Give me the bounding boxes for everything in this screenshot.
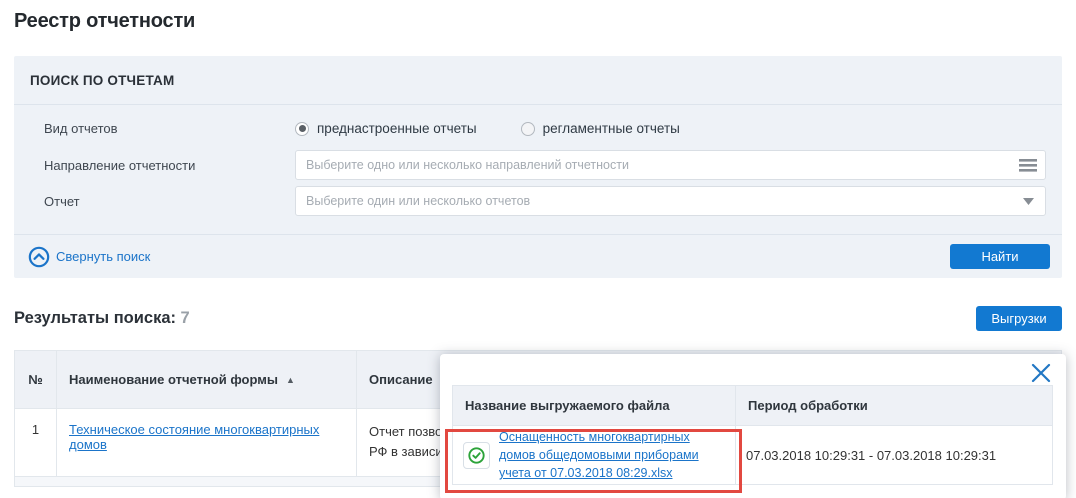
results-count: 7 (180, 309, 189, 327)
search-panel-title: ПОИСК ПО ОТЧЕТАМ (30, 73, 174, 88)
report-type-radio-group: преднастроенные отчеты регламентные отче… (295, 121, 1046, 136)
sort-asc-icon: ▲ (286, 375, 295, 385)
report-form-link[interactable]: Техническое состояние многоквартирных до… (69, 422, 319, 452)
page-title: Реестр отчетности (14, 10, 1076, 33)
check-circle-icon (468, 447, 485, 464)
row-number: 1 (15, 409, 57, 477)
search-panel: ПОИСК ПО ОТЧЕТАМ Вид отчетов преднастрое… (14, 56, 1062, 278)
radio-regulated-reports[interactable]: регламентные отчеты (521, 121, 680, 136)
hamburger-menu-icon[interactable] (1019, 158, 1037, 172)
report-type-row: Вид отчетов преднастроенные отчеты регла… (30, 121, 1046, 136)
export-file-link[interactable]: Оснащенность многоквартирных домов общед… (499, 428, 725, 482)
column-header-file-name: Название выгружаемого файла (453, 386, 736, 426)
caret-down-icon[interactable] (1019, 194, 1037, 208)
radio-selected-icon (295, 122, 309, 136)
radio-preconfigured-reports[interactable]: преднастроенные отчеты (295, 121, 477, 136)
chevron-up-circle-icon (28, 246, 50, 268)
radio-regulated-label: регламентные отчеты (543, 121, 680, 136)
direction-input[interactable] (295, 150, 1046, 180)
exports-table-header-row: Название выгружаемого файла Период обраб… (453, 386, 1053, 426)
report-type-label: Вид отчетов (30, 121, 295, 136)
export-row: Оснащенность многоквартирных домов общед… (453, 426, 1053, 485)
popup-close-button[interactable] (1028, 360, 1054, 386)
column-header-num: № (15, 351, 57, 409)
direction-row: Направление отчетности (30, 150, 1046, 180)
search-panel-header: ПОИСК ПО ОТЧЕТАМ (14, 56, 1062, 105)
exports-button[interactable]: Выгрузки (976, 306, 1062, 331)
processing-period: 07.03.2018 10:29:31 - 07.03.2018 10:29:3… (736, 426, 1053, 485)
collapse-search-link[interactable]: Свернуть поиск (28, 246, 150, 268)
status-success-button[interactable] (463, 442, 490, 469)
column-header-period: Период обработки (736, 386, 1053, 426)
report-row: Отчет (30, 186, 1046, 216)
search-panel-footer: Свернуть поиск Найти (14, 234, 1062, 278)
report-select-input[interactable] (295, 186, 1046, 216)
results-label: Результаты поиска: (14, 309, 176, 327)
exports-popup: Название выгружаемого файла Период обраб… (440, 354, 1066, 498)
radio-preconfigured-label: преднастроенные отчеты (317, 121, 477, 136)
find-button[interactable]: Найти (950, 244, 1050, 269)
report-label: Отчет (30, 194, 295, 209)
results-bar: Результаты поиска: 7 Выгрузки (14, 306, 1062, 331)
direction-label: Направление отчетности (30, 158, 295, 173)
search-form: Вид отчетов преднастроенные отчеты регла… (14, 105, 1062, 234)
collapse-search-label: Свернуть поиск (56, 249, 150, 264)
exports-table: Название выгружаемого файла Период обраб… (452, 385, 1053, 485)
radio-unselected-icon (521, 122, 535, 136)
close-x-icon (1030, 362, 1052, 384)
column-header-name[interactable]: Наименование отчетной формы▲ (57, 351, 357, 409)
